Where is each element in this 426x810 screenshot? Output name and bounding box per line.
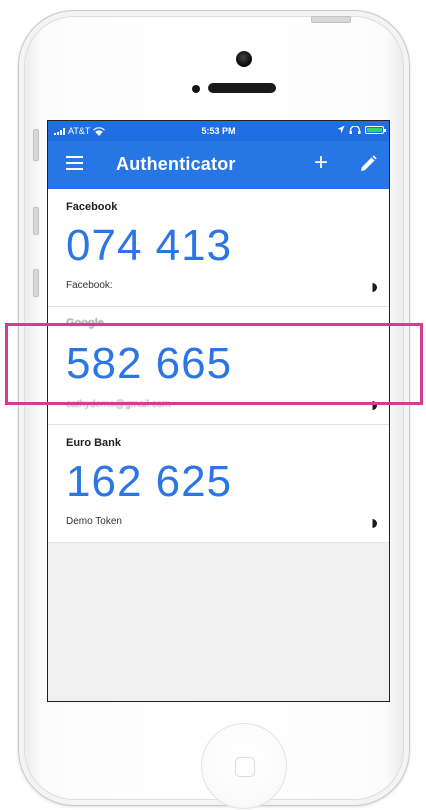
plus-icon[interactable]: + (314, 149, 328, 177)
proximity-sensor (192, 85, 200, 93)
home-button[interactable] (201, 723, 287, 809)
otp-code[interactable]: 162 625 (66, 452, 232, 512)
battery-icon (365, 125, 386, 134)
app-title: Authenticator (116, 154, 236, 174)
account-card[interactable]: Facebook 074 413 Facebook: (48, 189, 389, 307)
hamburger-menu-icon[interactable] (66, 156, 83, 170)
earpiece-speaker (208, 83, 276, 93)
status-right (337, 125, 386, 134)
status-bar: AT&T 5:53 PM (48, 121, 389, 141)
otp-code[interactable]: 074 413 (66, 216, 232, 276)
account-issuer: Facebook (66, 201, 118, 213)
account-label: Facebook: (66, 280, 113, 291)
volume-up-button (33, 207, 39, 235)
account-issuer: Euro Bank (66, 437, 122, 449)
home-square-icon (235, 757, 255, 777)
mute-switch (33, 129, 39, 161)
highlight-box (5, 323, 423, 405)
account-card[interactable]: Euro Bank 162 625 Demo Token (48, 425, 389, 543)
app-bar: Authenticator + (48, 141, 389, 189)
front-camera (236, 51, 252, 67)
headphones-icon (349, 125, 361, 134)
battery-tip (384, 128, 386, 132)
countdown-timer-icon (368, 519, 377, 528)
volume-down-button (33, 269, 39, 297)
power-button (311, 16, 351, 23)
battery-level (367, 127, 382, 132)
countdown-timer-icon (368, 283, 377, 292)
account-label: Demo Token (66, 516, 122, 527)
pencil-icon[interactable] (359, 155, 377, 173)
location-icon (337, 125, 345, 134)
phone-screen: AT&T 5:53 PM Authenticator + Facebook 07… (47, 120, 390, 702)
